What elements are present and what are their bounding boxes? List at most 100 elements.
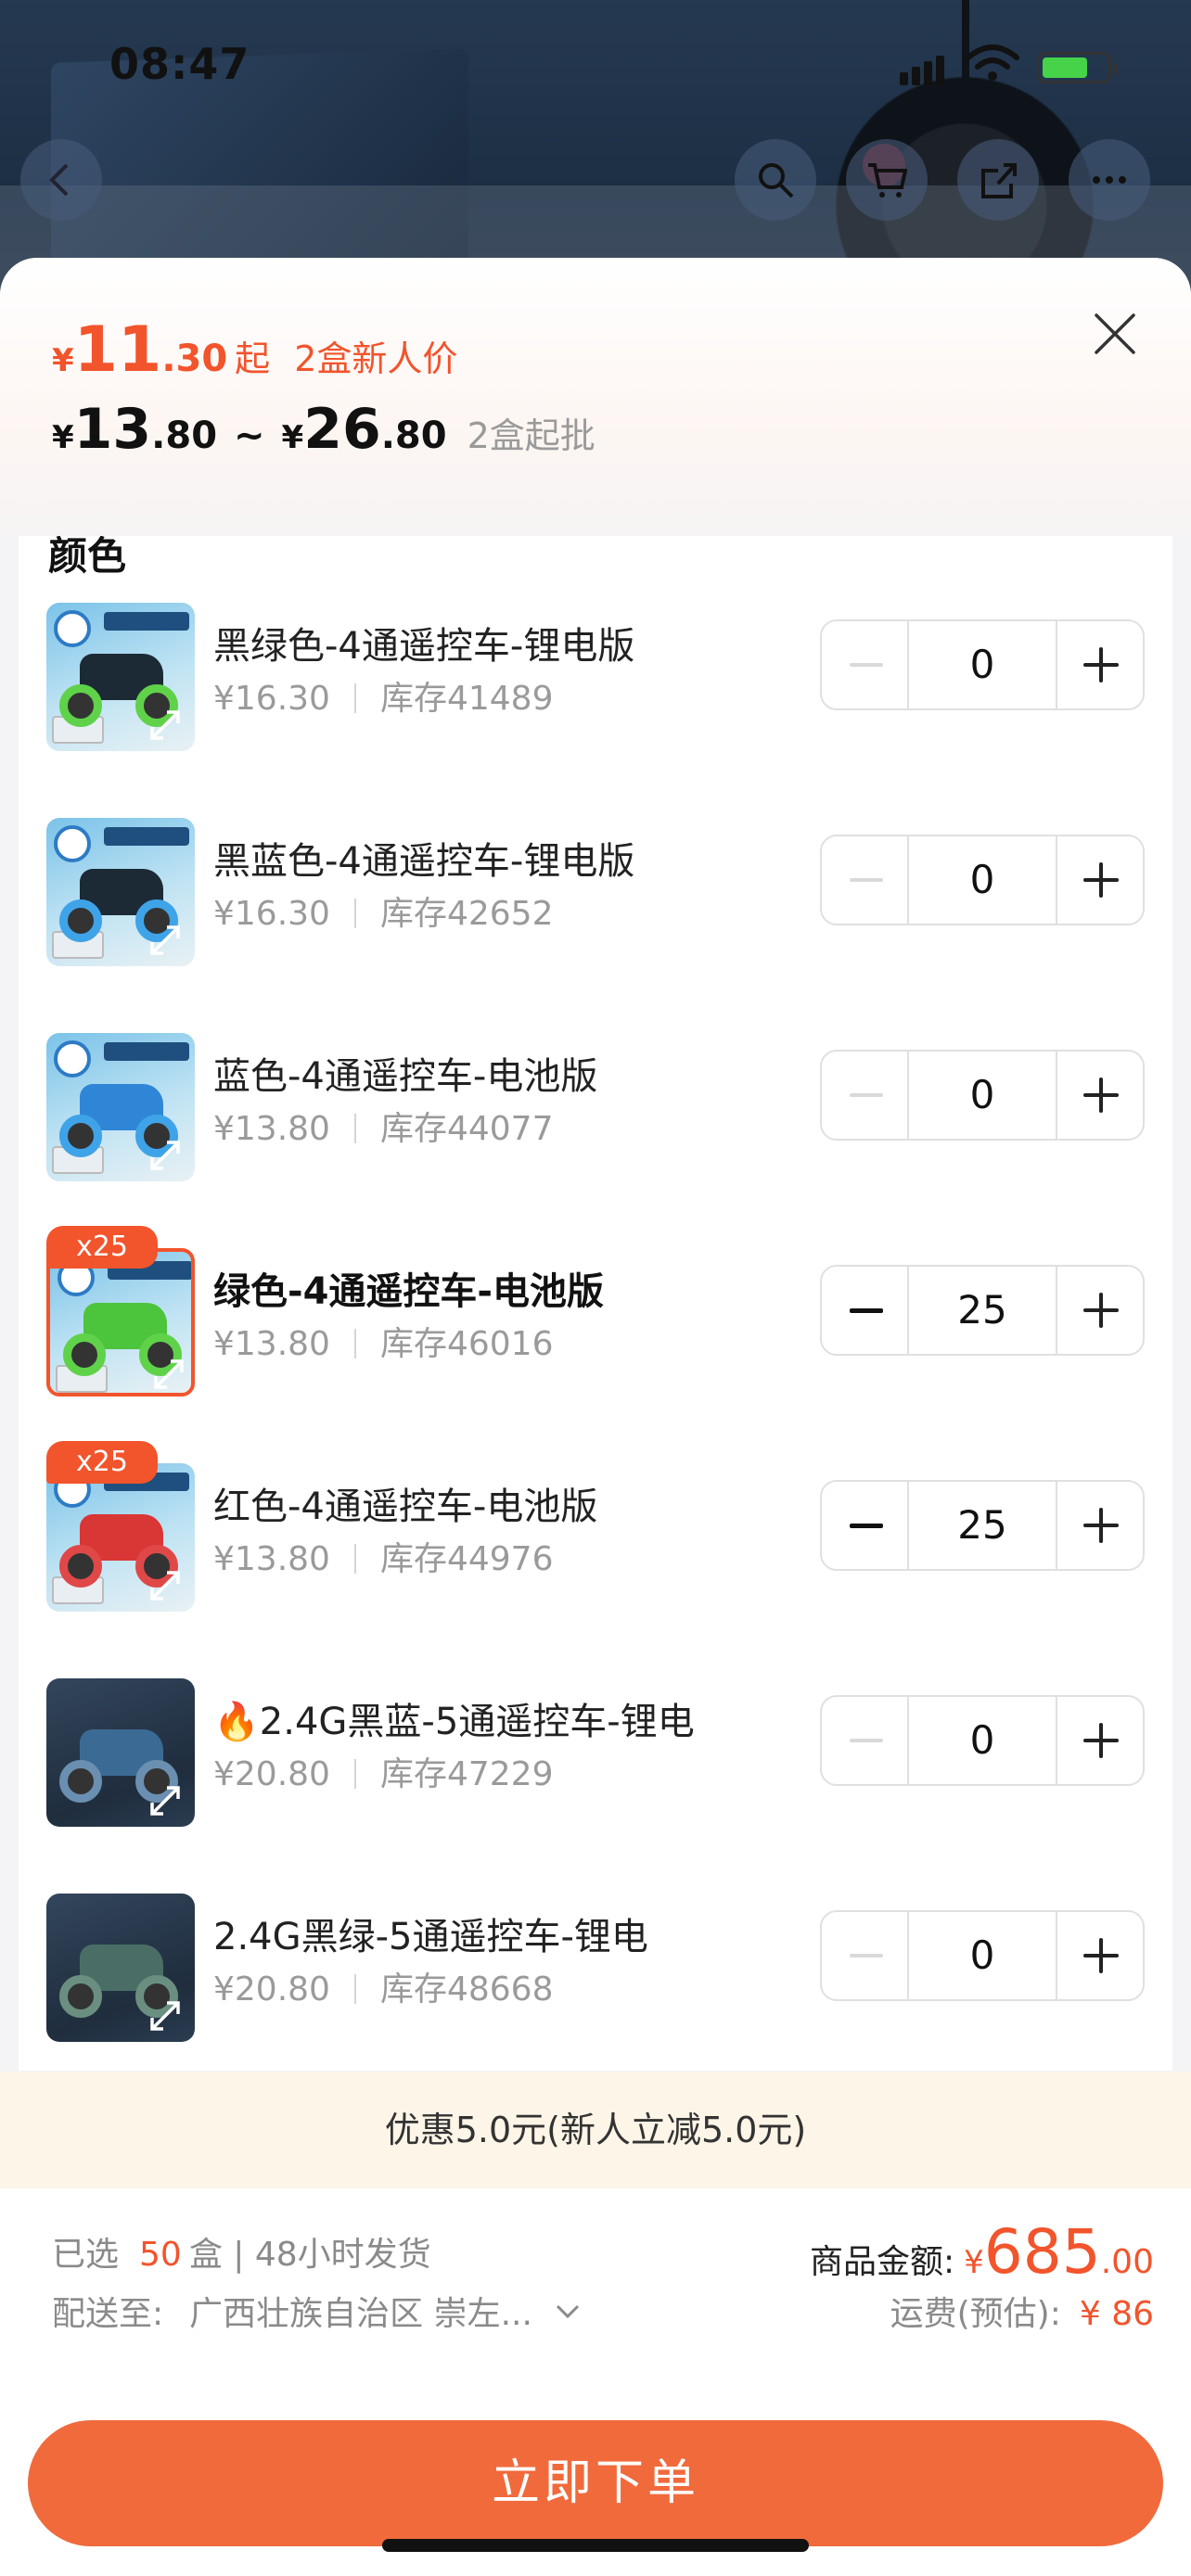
increment-button[interactable] bbox=[1056, 1912, 1143, 1999]
sku-stock: 库存44976 bbox=[379, 1540, 554, 1578]
quantity-stepper: 0 bbox=[820, 1695, 1145, 1786]
min-order-qty: 2盒起批 bbox=[467, 415, 596, 456]
quantity-input[interactable]: 25 bbox=[909, 1482, 1056, 1569]
sku-price: ¥13.80 bbox=[213, 1325, 330, 1363]
sku-stock: 库存41489 bbox=[379, 680, 554, 718]
discount-bar: 优惠5.0元(新人立减5.0元) bbox=[0, 2072, 1191, 2188]
sku-meta: ¥13.80 库存46016 bbox=[213, 1317, 554, 1365]
sku-name: 黑绿色-4通遥控车-锂电版 bbox=[213, 625, 635, 668]
sku-price: ¥16.30 bbox=[213, 680, 330, 718]
sku-row: x25 红色-4通遥控车-电池版 ¥13.80 库存44976 25 bbox=[19, 1441, 1172, 1664]
sku-price: ¥13.80 bbox=[213, 1110, 330, 1148]
share-button[interactable] bbox=[957, 139, 1039, 221]
sku-meta: ¥20.80 库存47229 bbox=[213, 1747, 554, 1795]
sku-name: 绿色-4通遥控车-电池版 bbox=[213, 1270, 605, 1313]
decrement-button[interactable] bbox=[822, 1912, 909, 1999]
sku-meta: ¥20.80 库存48668 bbox=[213, 1962, 554, 2010]
place-order-button[interactable]: 立即下单 bbox=[28, 2420, 1163, 2546]
sku-row: 蓝色-4通遥控车-电池版 ¥13.80 库存44077 0 bbox=[19, 1018, 1172, 1233]
quantity-input[interactable]: 0 bbox=[909, 621, 1056, 708]
sku-row: x25 绿色-4通遥控车-电池版 ¥13.80 库存46016 25 bbox=[19, 1226, 1172, 1448]
sku-thumbnail[interactable] bbox=[46, 818, 195, 966]
sku-meta: ¥16.30 库存42652 bbox=[213, 886, 554, 935]
cart-icon bbox=[868, 163, 907, 198]
increment-button[interactable] bbox=[1056, 1697, 1143, 1784]
decrement-button[interactable] bbox=[822, 1482, 909, 1569]
cellular-signal-icon bbox=[900, 56, 948, 85]
expand-icon[interactable] bbox=[147, 1137, 184, 1174]
sku-stock: 库存48668 bbox=[379, 1970, 554, 2009]
sku-thumbnail[interactable] bbox=[46, 1248, 195, 1396]
sku-meta: ¥16.30 库存41489 bbox=[213, 671, 554, 720]
shipping-address-selector[interactable]: 配送至: 广西壮族自治区 崇左... bbox=[52, 2287, 582, 2335]
more-button[interactable] bbox=[1069, 139, 1150, 221]
expand-icon[interactable] bbox=[147, 707, 184, 744]
expand-icon[interactable] bbox=[147, 922, 184, 959]
sku-row: 黑绿色-4通遥控车-锂电版 ¥16.30 库存41489 0 bbox=[19, 588, 1172, 803]
quantity-stepper: 25 bbox=[820, 1480, 1145, 1571]
back-button[interactable] bbox=[20, 139, 102, 221]
decrement-button[interactable] bbox=[822, 1052, 909, 1139]
decrement-button[interactable] bbox=[822, 836, 909, 924]
sku-price: ¥20.80 bbox=[213, 1755, 330, 1793]
sku-meta: ¥13.80 库存44976 bbox=[213, 1532, 554, 1580]
increment-button[interactable] bbox=[1056, 621, 1143, 708]
sku-meta: ¥13.80 库存44077 bbox=[213, 1102, 554, 1150]
sku-name: 🔥2.4G黑蓝-5通遥控车-锂电 bbox=[213, 1701, 695, 1743]
search-button[interactable] bbox=[735, 139, 816, 221]
status-bar: 08:47 bbox=[0, 0, 1191, 130]
quantity-stepper: 0 bbox=[820, 619, 1145, 710]
quantity-stepper: 0 bbox=[820, 1050, 1145, 1141]
sku-thumbnail[interactable] bbox=[46, 1033, 195, 1181]
close-icon[interactable] bbox=[1087, 306, 1143, 362]
sku-name: 红色-4通遥控车-电池版 bbox=[213, 1486, 598, 1528]
increment-button[interactable] bbox=[1056, 1052, 1143, 1139]
cart-button[interactable] bbox=[846, 139, 928, 221]
share-icon bbox=[981, 163, 1017, 198]
quantity-stepper: 25 bbox=[820, 1265, 1145, 1356]
quantity-input[interactable]: 0 bbox=[909, 1697, 1056, 1784]
sku-price: ¥16.30 bbox=[213, 895, 330, 933]
expand-icon[interactable] bbox=[147, 1782, 184, 1819]
sku-selection-sheet: ¥11.30 起 2盒新人价 ¥13.80 ~ ¥26.80 2盒起批 颜色 黑绿色-4通… bbox=[0, 258, 1191, 2576]
sku-list[interactable]: 颜色 黑绿色-4通遥控车-锂电版 ¥16.30 库存41489 0 黑蓝色-4通… bbox=[19, 536, 1172, 2071]
sku-name: 2.4G黑绿-5通遥控车-锂电 bbox=[213, 1916, 648, 1958]
quantity-input[interactable]: 0 bbox=[909, 1912, 1056, 1999]
sku-stock: 库存47229 bbox=[379, 1755, 554, 1793]
decrement-button[interactable] bbox=[822, 1697, 909, 1784]
battery-icon bbox=[1037, 52, 1118, 83]
sku-stock: 库存44077 bbox=[379, 1110, 554, 1148]
increment-button[interactable] bbox=[1056, 836, 1143, 924]
sku-thumbnail[interactable] bbox=[46, 1894, 195, 2042]
sku-stock: 库存46016 bbox=[379, 1325, 554, 1363]
sku-thumbnail[interactable] bbox=[46, 1678, 195, 1827]
increment-button[interactable] bbox=[1056, 1482, 1143, 1569]
sku-row: 🔥2.4G黑蓝-5通遥控车-锂电 ¥20.80 库存47229 0 bbox=[19, 1664, 1172, 1879]
expand-icon[interactable] bbox=[147, 1567, 184, 1604]
section-title-color: 颜色 bbox=[48, 536, 127, 579]
quantity-input[interactable]: 25 bbox=[909, 1267, 1056, 1354]
sku-thumbnail[interactable] bbox=[46, 1463, 195, 1612]
sku-price: ¥13.80 bbox=[213, 1540, 330, 1578]
order-footer: 已选 50 盒 | 48小时发货 配送至: 广西壮族自治区 崇左... 商品金额: ¥6… bbox=[0, 2188, 1191, 2576]
sheet-header: ¥11.30 起 2盒新人价 ¥13.80 ~ ¥26.80 2盒起批 bbox=[0, 258, 1191, 536]
expand-icon[interactable] bbox=[147, 1997, 184, 2034]
quantity-stepper: 0 bbox=[820, 835, 1145, 925]
price-range: ¥13.80 ~ ¥26.80 2盒起批 bbox=[52, 397, 596, 462]
expand-icon[interactable] bbox=[150, 1356, 187, 1393]
decrement-button[interactable] bbox=[822, 621, 909, 708]
quantity-stepper: 0 bbox=[820, 1910, 1145, 2001]
quantity-input[interactable]: 0 bbox=[909, 836, 1056, 924]
quantity-input[interactable]: 0 bbox=[909, 1052, 1056, 1139]
sku-price: ¥20.80 bbox=[213, 1970, 330, 2009]
selected-summary: 已选 50 盒 | 48小时发货 bbox=[52, 2236, 431, 2274]
selected-count: 50 bbox=[139, 2236, 182, 2274]
freight-estimate: 运费(预估): ¥ 86 bbox=[890, 2295, 1154, 2333]
increment-button[interactable] bbox=[1056, 1267, 1143, 1354]
quantity-badge: x25 bbox=[46, 1441, 158, 1484]
more-dots-icon bbox=[1093, 176, 1126, 184]
sku-thumbnail[interactable] bbox=[46, 603, 195, 751]
decrement-button[interactable] bbox=[822, 1267, 909, 1354]
sku-name: 黑蓝色-4通遥控车-锂电版 bbox=[213, 840, 635, 883]
chevron-down-icon bbox=[557, 2304, 580, 2319]
